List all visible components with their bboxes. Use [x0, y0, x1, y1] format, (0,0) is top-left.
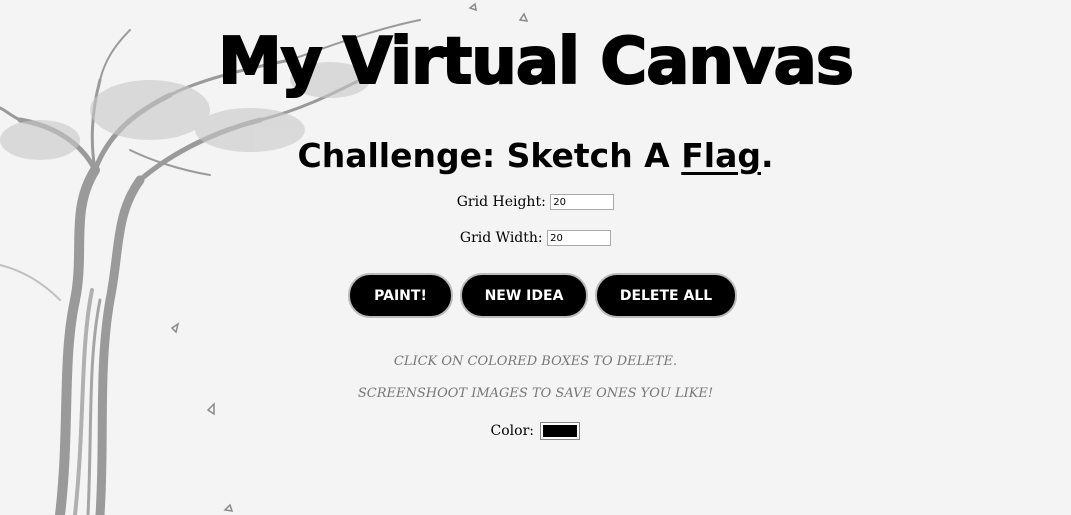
grid-height-row: Grid Height:: [0, 192, 1071, 212]
page: My Virtual Canvas Challenge: Sketch A Fl…: [0, 0, 1071, 515]
challenge-suffix: .: [760, 136, 774, 175]
grid-height-input[interactable]: [550, 194, 615, 210]
color-label: Color:: [490, 423, 534, 439]
grid-width-row: Grid Width:: [0, 228, 1071, 248]
color-picker[interactable]: [540, 422, 581, 440]
action-buttons: PAINT! NEW IDEA DELETE ALL: [348, 273, 748, 319]
grid-height-label: Grid Height:: [456, 194, 546, 210]
grid-width-label: Grid Width:: [459, 230, 543, 246]
page-title: My Virtual Canvas: [217, 24, 855, 100]
grid-width-input[interactable]: [547, 230, 612, 246]
new-idea-button[interactable]: NEW IDEA: [460, 273, 588, 318]
paint-button[interactable]: PAINT!: [348, 273, 453, 318]
challenge-heading: Challenge: Sketch A Flag.: [0, 134, 1071, 178]
color-row: Color:: [0, 420, 1071, 442]
delete-all-button[interactable]: DELETE ALL: [595, 273, 737, 318]
challenge-prefix: Challenge: Sketch A: [297, 136, 682, 175]
save-hint: SCREENSHOOT IMAGES TO SAVE ONES YOU LIKE…: [357, 386, 714, 401]
delete-hint: CLICK ON COLORED BOXES TO DELETE.: [393, 354, 678, 369]
challenge-idea: Flag: [681, 136, 761, 175]
color-swatch: [543, 425, 578, 437]
